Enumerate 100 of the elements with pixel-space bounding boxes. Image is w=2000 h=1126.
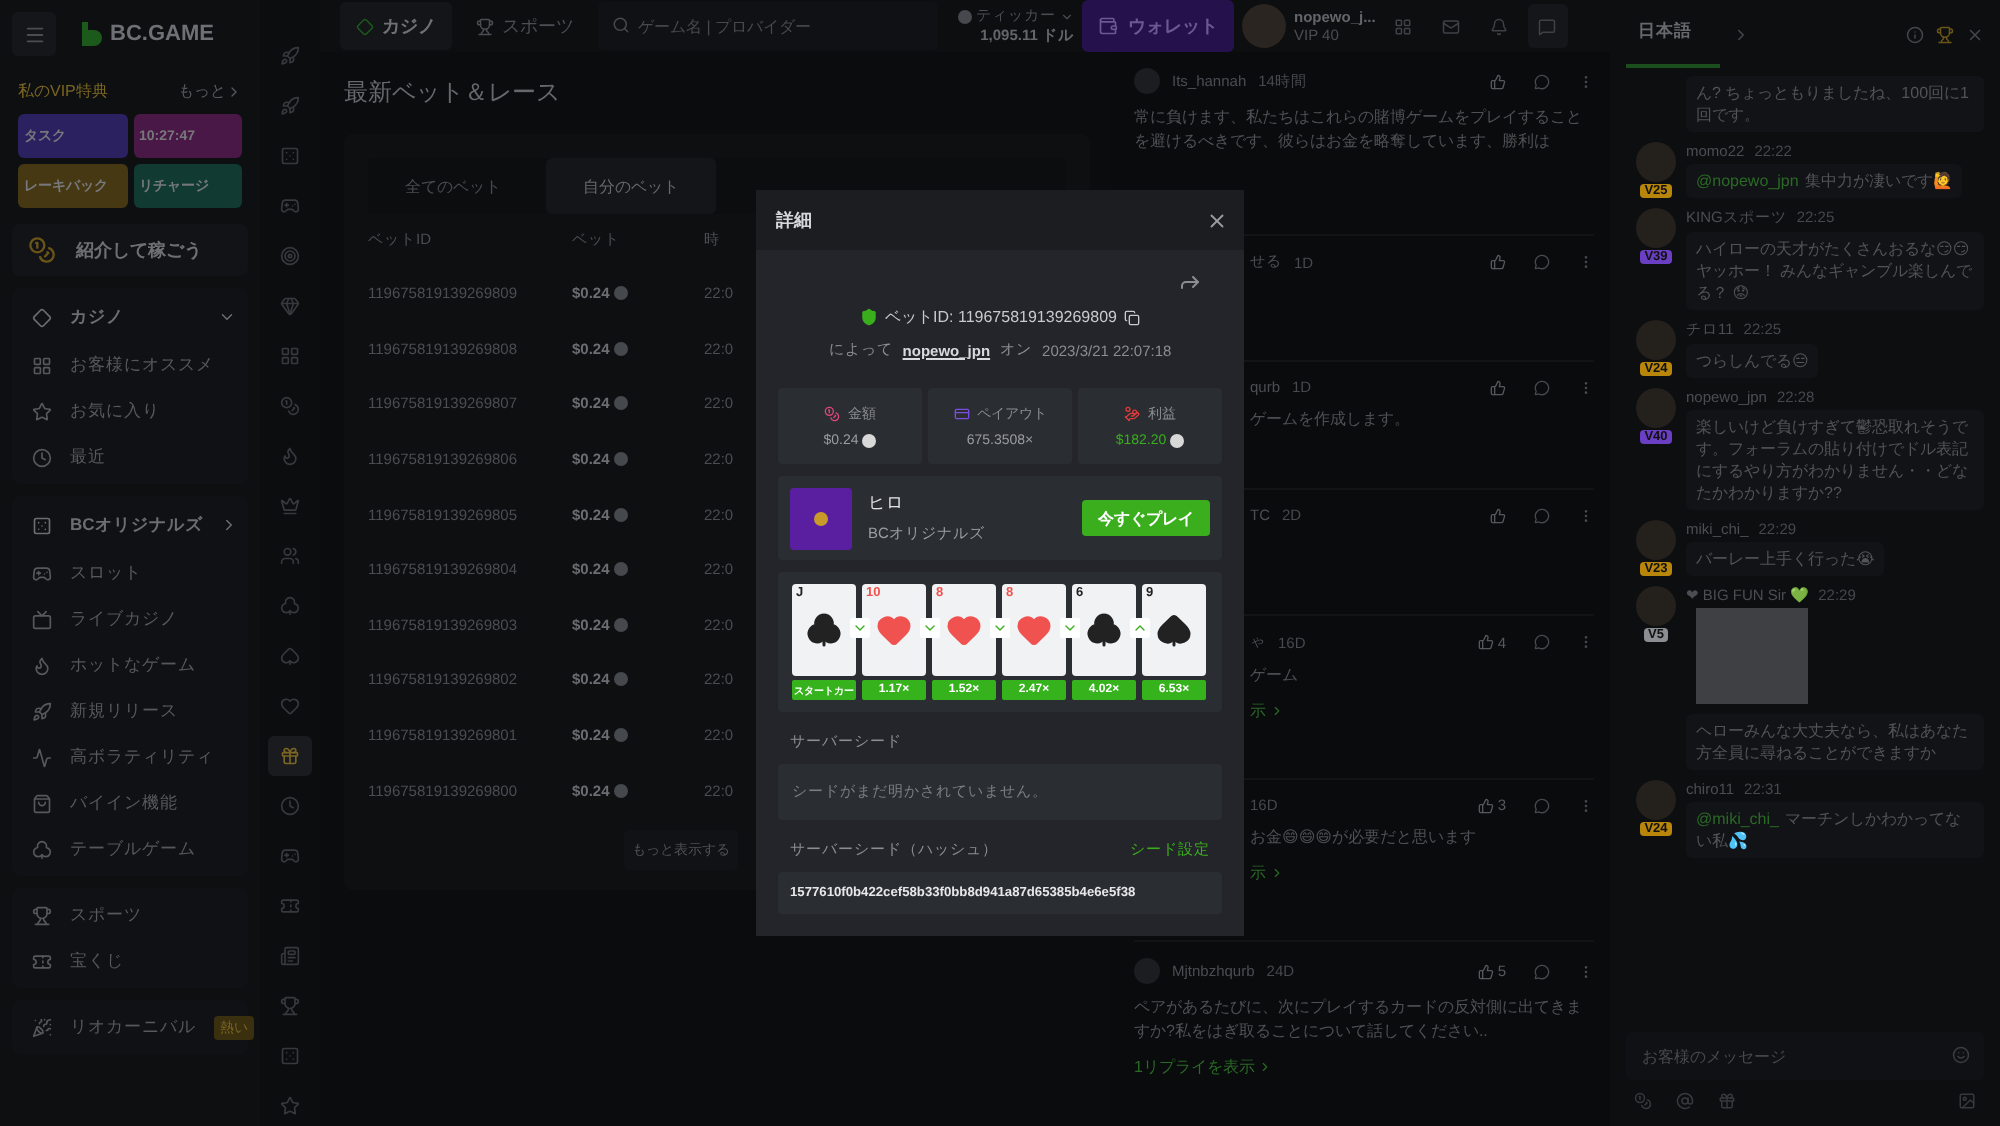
bets-tab[interactable]: 自分のベット xyxy=(546,158,716,214)
like-button[interactable] xyxy=(1490,73,1506,89)
coin-icon xyxy=(613,728,628,743)
copy-icon[interactable] xyxy=(1124,309,1141,325)
star-icon xyxy=(32,401,52,421)
top-tab[interactable]: カジノ xyxy=(340,2,452,50)
close-button[interactable] xyxy=(1206,209,1228,231)
nav-item[interactable]: バイイン機能 xyxy=(12,780,248,826)
replies-link[interactable]: 1リプライを表示 xyxy=(1134,1056,1273,1078)
clock-icon xyxy=(32,447,52,467)
diamond-icon xyxy=(356,17,374,35)
chat-message: @miki_chi_ マーチンしかわかってない私💦 xyxy=(1686,802,1984,858)
post-text: 常に負けます、私たちはこれらの賭博ゲームをプレイすることを避けるべきです、彼らはお金を略奪しています、勝利は xyxy=(1134,106,1584,154)
smile-icon[interactable] xyxy=(1952,1046,1970,1064)
logo[interactable]: BC.GAME xyxy=(80,21,214,47)
coin-icon xyxy=(613,783,628,798)
dialog-title: 詳細 xyxy=(776,207,812,233)
image-icon[interactable] xyxy=(1958,1092,1976,1110)
coin-icon xyxy=(613,452,628,467)
like-button[interactable] xyxy=(1490,254,1506,270)
coin-icon xyxy=(613,396,628,411)
like-button[interactable] xyxy=(1490,507,1506,523)
trophy-icon[interactable] xyxy=(1936,25,1954,43)
gift-icon[interactable] xyxy=(1718,1092,1736,1110)
replies-link[interactable]: 示 xyxy=(1250,862,1284,884)
comment-icon[interactable] xyxy=(1534,507,1550,523)
spade-icon xyxy=(1156,612,1192,648)
comment-icon[interactable] xyxy=(1534,963,1550,979)
chat-message: つらしんでる😑 xyxy=(1686,344,1819,378)
gift-icon[interactable] xyxy=(268,736,312,776)
bell-icon xyxy=(1490,17,1509,35)
coins-icon[interactable] xyxy=(1634,1092,1652,1110)
nav-item[interactable]: カジノ xyxy=(12,292,248,342)
nav-item[interactable]: 最近 xyxy=(12,434,248,480)
comment-icon[interactable] xyxy=(1534,797,1550,813)
post-text: お金😄😄😄が必要だと思います xyxy=(1250,826,1479,850)
nav-item[interactable]: BCオリジナルズ xyxy=(12,500,248,550)
coin-icon xyxy=(613,617,628,632)
chat-button[interactable] xyxy=(1527,4,1568,48)
nav-item[interactable]: 高ボラティリティ xyxy=(12,734,248,780)
nav-item[interactable]: お客様にオススメ xyxy=(12,342,248,388)
chat-icon xyxy=(1538,17,1557,35)
chat-message: 楽しいけど負けすぎて鬱恐取れそうです。フォーラムの貼り付けでドル表記にするやり方がわかりません・・どなたかわかりますか?? xyxy=(1686,410,1984,510)
nav-item[interactable]: スロット xyxy=(12,550,248,596)
language-tab[interactable]: 日本語 xyxy=(1626,0,1720,68)
comment-icon[interactable] xyxy=(1534,73,1550,89)
logo-text: BC.GAME xyxy=(110,22,214,46)
heart-icon xyxy=(876,612,912,648)
club-icon xyxy=(32,839,52,859)
top-tab[interactable]: スポーツ xyxy=(460,2,590,50)
comment-icon[interactable] xyxy=(1534,634,1550,650)
coin-icon xyxy=(613,507,628,522)
coin-icon xyxy=(613,672,628,687)
trophy-icon xyxy=(32,905,52,925)
chevron-down-icon xyxy=(1060,9,1074,23)
nav-item[interactable]: ライブカジノ xyxy=(12,596,248,642)
thumbs-up-icon xyxy=(1477,963,1494,979)
chevron-down-icon xyxy=(218,308,236,326)
nav-item[interactable]: お気に入り xyxy=(12,388,248,434)
grid-icon xyxy=(1394,17,1413,35)
dice-icon xyxy=(32,515,52,535)
avatar[interactable] xyxy=(1242,4,1286,48)
rocket-icon xyxy=(32,701,52,721)
thumbs-up-icon xyxy=(1490,507,1506,523)
hand-coins-icon xyxy=(1124,406,1140,422)
comment-icon[interactable] xyxy=(1534,379,1550,395)
menu-icon xyxy=(23,23,45,45)
share-icon[interactable] xyxy=(1178,270,1202,294)
comment-icon[interactable] xyxy=(1534,254,1550,270)
nav-item[interactable]: ホットなゲーム xyxy=(12,642,248,688)
nav-item[interactable]: 新規リリース xyxy=(12,688,248,734)
post-text: ゲーム xyxy=(1250,664,1300,688)
avatar xyxy=(1636,142,1676,182)
chat-message: ヘローみんな大丈夫なら、私はあなた方全員に尋ねることができますか xyxy=(1686,714,1984,770)
grid-icon xyxy=(32,355,52,375)
nav-item[interactable]: 宝くじ xyxy=(12,938,248,984)
coins-icon xyxy=(824,406,840,422)
info-icon[interactable] xyxy=(1906,25,1924,43)
wallet-button[interactable]: ウォレット xyxy=(1082,0,1234,52)
nav-item[interactable]: テーブルゲーム xyxy=(12,826,248,872)
bet-id: ベットID: 119675819139269809 xyxy=(885,306,1117,328)
chevron-right-icon xyxy=(226,83,242,99)
like-button[interactable] xyxy=(1490,379,1506,395)
menu-button[interactable] xyxy=(12,12,56,56)
close-icon[interactable] xyxy=(1966,25,1984,43)
replies-link[interactable]: 示 xyxy=(1250,700,1284,722)
bag-icon xyxy=(32,793,52,813)
club-icon xyxy=(806,612,842,648)
bets-tab[interactable]: 全てのベット xyxy=(368,158,538,214)
more-link[interactable]: もっと xyxy=(178,80,242,102)
heart-icon xyxy=(946,612,982,648)
referral-banner[interactable]: 紹介して稼ごう xyxy=(12,224,248,276)
coin-icon xyxy=(862,434,877,448)
play-button[interactable]: 今すぐプレイ xyxy=(1082,500,1210,536)
mail-icon xyxy=(1442,17,1461,35)
at-icon[interactable] xyxy=(1676,1092,1694,1110)
chevron-right-icon[interactable] xyxy=(1732,25,1750,43)
nav-item[interactable]: スポーツ xyxy=(12,892,248,938)
logo-icon xyxy=(80,21,102,47)
coin-icon xyxy=(1170,434,1185,448)
